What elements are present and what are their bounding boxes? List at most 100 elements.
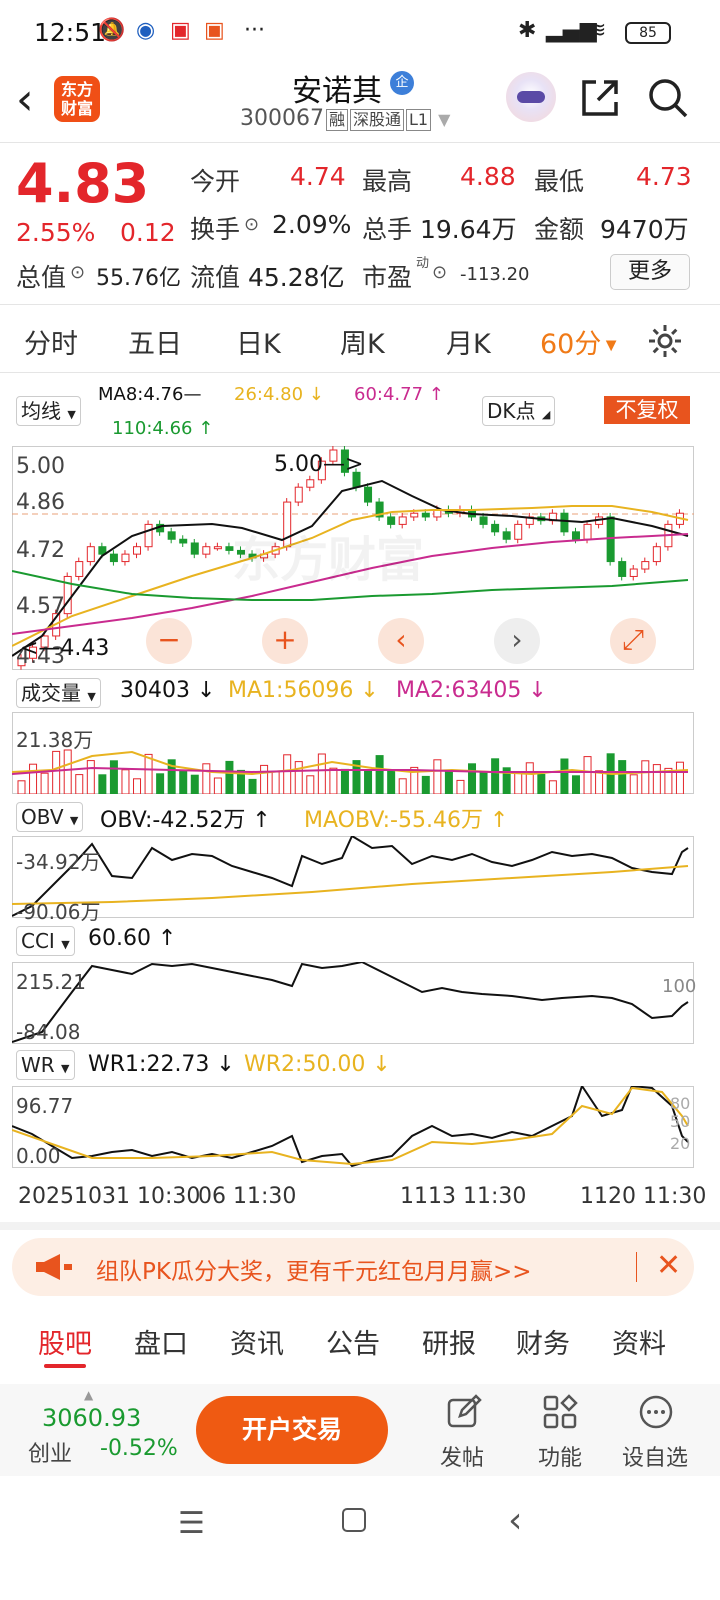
volume-chart	[12, 749, 689, 794]
scroll-left-button[interactable]: ‹	[378, 618, 424, 664]
logo-line1: 东方	[60, 80, 93, 99]
tab-finance[interactable]: 财务	[516, 1322, 570, 1361]
volume-bar	[144, 753, 153, 794]
tab-monthly-k[interactable]: 月K	[446, 322, 491, 361]
candle	[133, 546, 142, 555]
maobv-value: MAOBV:-55.46万 ↑	[304, 808, 509, 833]
price-adjust-button[interactable]: 不复权	[604, 396, 690, 424]
wr2-number: WR2:50.00	[244, 1052, 366, 1077]
dk-selector[interactable]: DK点 ◢	[482, 396, 556, 426]
tab-research[interactable]: 研报	[422, 1322, 476, 1361]
float-label: 流值	[190, 263, 241, 292]
volume-bar	[548, 780, 557, 794]
info-icon[interactable]: ⊙	[432, 262, 447, 283]
wr-axis-right-bottom: 20	[670, 1134, 691, 1153]
home-icon[interactable]	[342, 1508, 366, 1532]
back-nav-icon[interactable]: ‹	[508, 1500, 522, 1541]
volume-value: 30403 ↓	[120, 678, 216, 703]
volume-bar	[179, 770, 188, 794]
index-change[interactable]: -0.52%	[100, 1436, 178, 1461]
tab-news[interactable]: 资讯	[230, 1322, 284, 1361]
trade-button[interactable]: 开户交易	[196, 1396, 388, 1464]
volume-bar	[133, 778, 142, 794]
tab-profile[interactable]: 资料	[612, 1322, 666, 1361]
zoom-out-button[interactable]: −	[146, 618, 192, 664]
promo-separator	[636, 1252, 637, 1282]
post-label[interactable]: 发帖	[440, 1440, 484, 1472]
volume-bar	[468, 763, 477, 794]
tab-orderbook[interactable]: 盘口	[134, 1322, 188, 1361]
obv-line	[12, 836, 689, 917]
ma8-legend: MA8:4.76—	[98, 384, 202, 405]
scroll-right-button[interactable]: ›	[494, 618, 540, 664]
fullscreen-button[interactable]: ⤢	[610, 618, 656, 664]
high-value: 4.88	[460, 162, 516, 191]
tab-daily-k[interactable]: 日K	[236, 322, 281, 361]
maobv-number: MAOBV:-55.46万	[304, 808, 483, 833]
menu-icon[interactable]: ☰	[178, 1506, 205, 1541]
candle	[294, 486, 303, 503]
time-axis-2: 06 11:30	[198, 1184, 297, 1209]
settings-icon[interactable]	[646, 322, 684, 360]
volume-bar	[444, 770, 453, 794]
volume-bar	[283, 754, 292, 794]
ma60-value: 60:4.77	[354, 384, 424, 405]
candle	[491, 523, 500, 533]
tab-announcements[interactable]: 公告	[326, 1322, 380, 1361]
mcap-value: 55.76亿	[96, 266, 181, 291]
dropdown-icon: ▼	[87, 690, 96, 703]
share-icon[interactable]	[578, 76, 622, 120]
search-icon[interactable]	[646, 76, 690, 120]
tab-five-day[interactable]: 五日	[128, 322, 182, 361]
zoom-in-button[interactable]: +	[262, 618, 308, 664]
info-icon[interactable]: ⊙	[70, 262, 85, 283]
pe-superscript: 动	[416, 256, 430, 271]
candle	[641, 561, 650, 570]
last-price: 4.83	[16, 152, 150, 215]
ma-selector[interactable]: 均线 ▼	[16, 396, 81, 426]
add-watchlist-label[interactable]: 设自选	[622, 1440, 688, 1472]
amount-value: 9470万	[600, 215, 689, 244]
function-label[interactable]: 功能	[538, 1440, 582, 1472]
volume-ma2: MA2:63405 ↓	[396, 678, 547, 703]
compose-icon[interactable]	[446, 1394, 482, 1430]
volume-selector[interactable]: 成交量 ▼	[16, 678, 101, 708]
volume-bar	[52, 750, 61, 794]
volume-bar	[375, 755, 384, 794]
stock-code: 300067	[240, 106, 324, 131]
app-logo[interactable]: 东方 财富	[54, 76, 100, 122]
tab-forum[interactable]: 股吧	[38, 1322, 92, 1361]
volume-bar	[560, 758, 569, 794]
app-notification-icon: ▣	[204, 18, 225, 43]
volume-bar	[618, 760, 627, 794]
info-icon[interactable]: ⊙	[244, 214, 259, 235]
volume-ma1: MA1:56096 ↓	[228, 678, 379, 703]
more-notifications-icon: ···	[244, 18, 265, 43]
tab-60min[interactable]: 60分 ▼	[540, 322, 617, 361]
header-divider	[0, 142, 720, 143]
more-button[interactable]: 更多	[610, 254, 690, 290]
obv-selector[interactable]: OBV ▼	[16, 802, 84, 832]
volume-bar	[121, 769, 130, 794]
index-name[interactable]: 创业	[28, 1436, 72, 1468]
tag-level: L1	[406, 109, 432, 131]
low-value: 4.73	[636, 162, 692, 191]
turnover-value: 2.09%	[272, 210, 352, 239]
back-icon[interactable]: ‹	[16, 78, 34, 122]
more-circle-icon[interactable]	[638, 1394, 674, 1430]
candle	[190, 542, 199, 555]
cci-selector[interactable]: CCI ▼	[16, 926, 75, 956]
promo-banner[interactable]: 组队PK瓜分大奖，更有千元红包月月赢>> ✕	[12, 1238, 694, 1296]
function-grid-icon[interactable]	[542, 1394, 578, 1430]
wr-selector[interactable]: WR ▼	[16, 1050, 75, 1080]
candle	[502, 531, 511, 540]
ma-selector-label: 均线	[21, 399, 61, 423]
tab-intraday[interactable]: 分时	[24, 322, 78, 361]
index-value[interactable]: 3060.93	[42, 1404, 141, 1432]
wr-chart	[12, 1086, 689, 1168]
chevron-down-icon[interactable]: ▼	[438, 110, 450, 129]
assistant-avatar-icon[interactable]	[506, 72, 556, 122]
tab-weekly-k[interactable]: 周K	[340, 322, 385, 361]
close-icon[interactable]: ✕	[656, 1248, 681, 1283]
change-amount: 0.12	[120, 218, 176, 247]
